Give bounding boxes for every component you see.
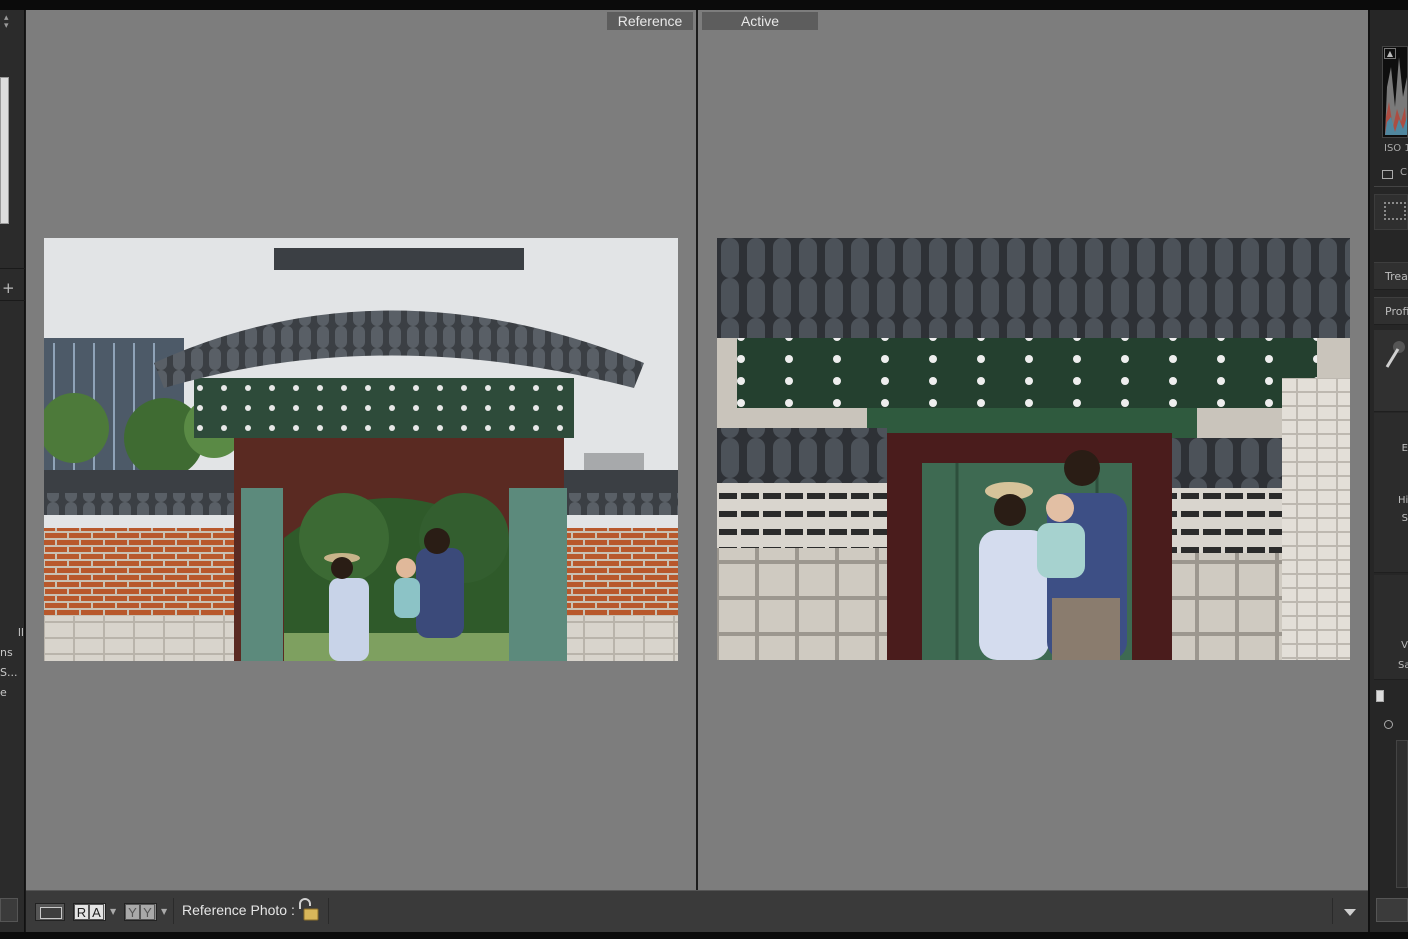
active-photo[interactable] bbox=[717, 238, 1350, 660]
checkbox-label: C bbox=[1400, 167, 1407, 178]
reference-active-view-button[interactable]: R A bbox=[73, 903, 106, 921]
histogram[interactable] bbox=[1382, 46, 1408, 138]
tone-label: Hi bbox=[1398, 495, 1408, 506]
chevron-down-icon[interactable]: ▼ bbox=[161, 907, 167, 916]
window-top-edge bbox=[0, 0, 1408, 10]
presence-label: Sa bbox=[1398, 660, 1408, 671]
tone-section bbox=[1374, 413, 1408, 573]
presence-label: V bbox=[1401, 640, 1408, 651]
right-panel-button[interactable] bbox=[1376, 898, 1408, 922]
ra-letter: R bbox=[74, 904, 89, 920]
crop-overlay-icon[interactable] bbox=[1384, 202, 1406, 220]
unlock-icon[interactable] bbox=[297, 897, 321, 923]
tone-label: S bbox=[1401, 513, 1408, 524]
window-bottom-edge bbox=[0, 932, 1408, 939]
panel-divider bbox=[1374, 186, 1408, 187]
left-panel-label[interactable]: ll bbox=[0, 626, 24, 639]
reference-photo[interactable] bbox=[44, 238, 678, 661]
tone-curve-box[interactable] bbox=[1396, 740, 1408, 888]
left-panel-label[interactable]: ns bbox=[0, 646, 24, 659]
add-icon[interactable]: + bbox=[2, 280, 18, 296]
loupe-view-button[interactable] bbox=[35, 903, 65, 921]
ra-letter: A bbox=[89, 904, 104, 920]
tone-label: E bbox=[1401, 443, 1408, 454]
yy-letter: Y bbox=[140, 904, 155, 920]
active-pane-label: Active bbox=[702, 12, 818, 30]
treatment-row[interactable]: Trea bbox=[1374, 262, 1408, 290]
navigator-thumbnail[interactable] bbox=[0, 77, 9, 224]
chevron-down-icon[interactable]: ▼ bbox=[110, 907, 116, 916]
panel-divider bbox=[0, 300, 25, 301]
panel-divider bbox=[0, 268, 25, 269]
toolbar-separator bbox=[173, 898, 174, 924]
before-after-view-button[interactable]: Y Y bbox=[124, 903, 157, 921]
target-adjustment-icon[interactable] bbox=[1384, 720, 1393, 729]
left-panel-label[interactable]: S... bbox=[0, 666, 24, 679]
reference-pane-label: Reference bbox=[607, 12, 693, 30]
profile-row[interactable]: Profi bbox=[1374, 297, 1408, 325]
original-photo-checkbox[interactable] bbox=[1382, 170, 1393, 179]
left-panel-button[interactable] bbox=[0, 898, 18, 922]
panel-toggle-switch[interactable] bbox=[1376, 690, 1384, 702]
iso-readout: ISO 1 bbox=[1384, 143, 1408, 154]
compare-pane-divider[interactable] bbox=[696, 10, 698, 890]
toolbar-separator bbox=[1332, 898, 1333, 924]
toolbar-menu-chevron-icon[interactable] bbox=[1342, 904, 1358, 918]
reference-photo-label: Reference Photo : bbox=[182, 902, 295, 918]
scroll-arrows-icon[interactable]: ▴ ▾ bbox=[4, 14, 9, 31]
toolbar-separator bbox=[328, 898, 329, 924]
yy-letter: Y bbox=[125, 904, 140, 920]
clipping-warning-icon[interactable]: ▲ bbox=[1384, 48, 1396, 59]
eyedropper-icon[interactable] bbox=[1384, 340, 1406, 370]
left-panel-label[interactable]: e bbox=[0, 686, 24, 699]
